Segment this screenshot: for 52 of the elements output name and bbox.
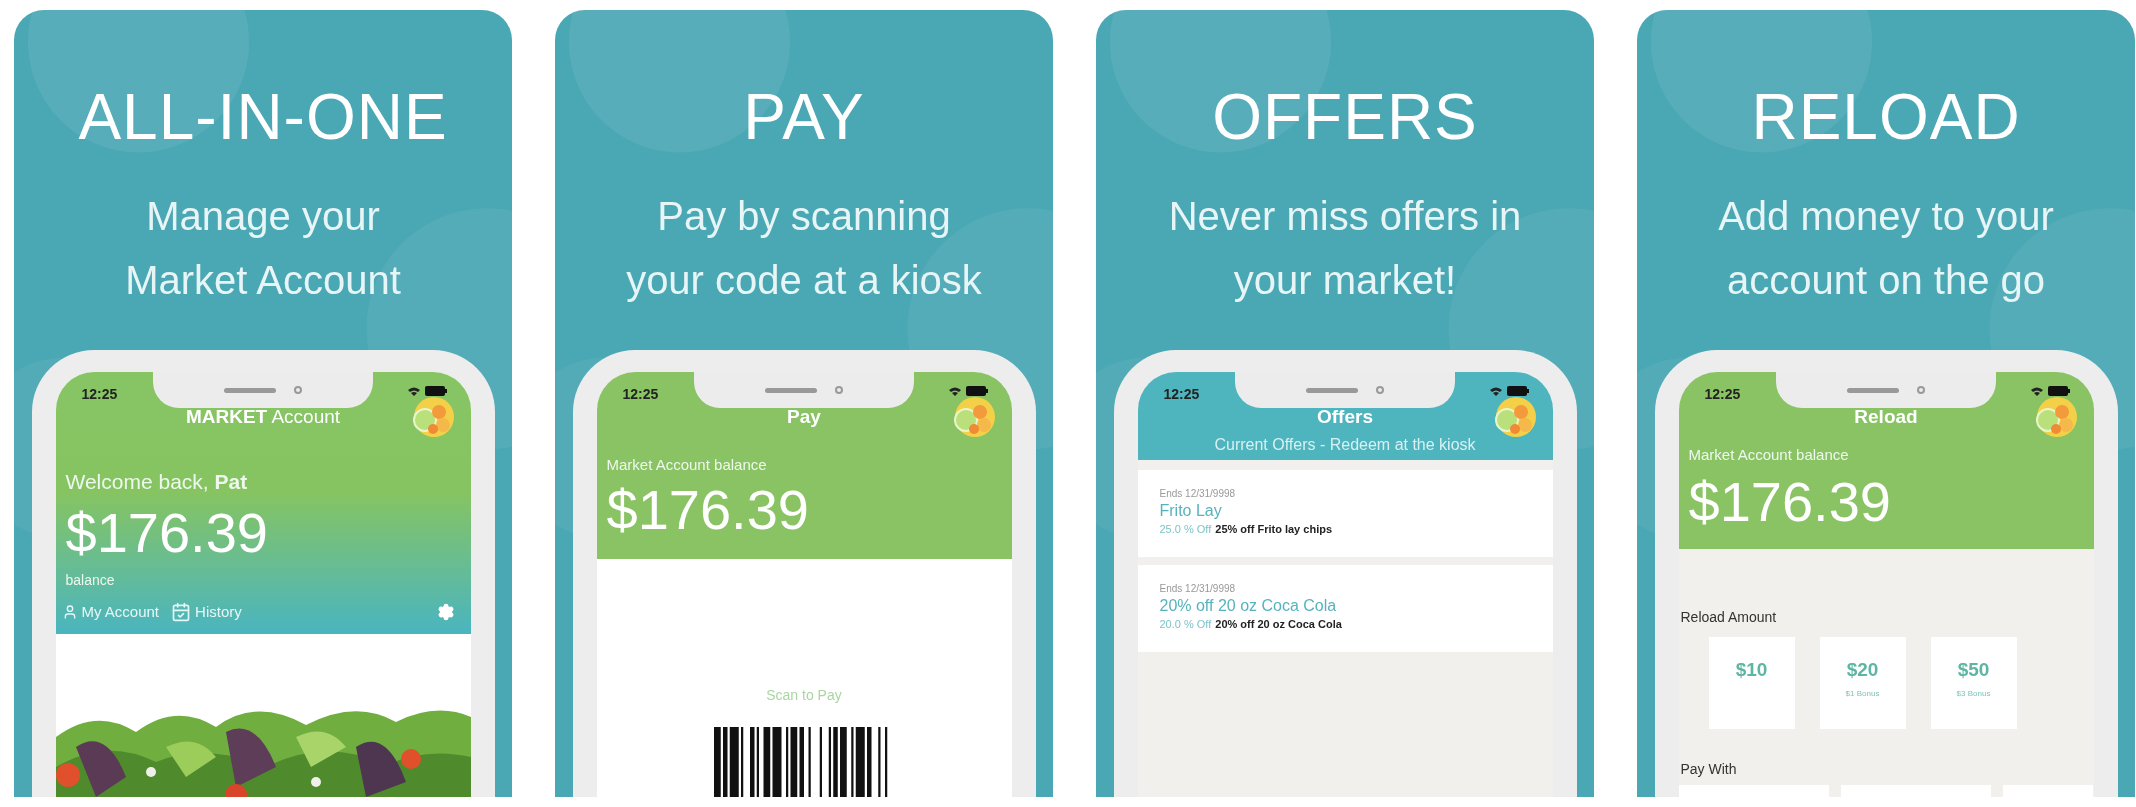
settings-icon[interactable] [436, 602, 455, 621]
battery-icon [2047, 386, 2070, 396]
section-label: Pay With [1679, 760, 1738, 777]
panel-subtitle: Manage your Market Account [125, 193, 401, 304]
panel-heading: OFFERS [1212, 80, 1478, 155]
wifi-icon [947, 385, 962, 397]
screen-title: Pay [786, 406, 822, 428]
panel-subtitle: Add money to your account on the go [1718, 193, 2054, 304]
wifi-icon [406, 385, 421, 397]
offer-discount: 25.0 % Off [1159, 523, 1212, 535]
panel-subtitle: Pay by scanning your code at a kiosk [626, 193, 982, 304]
screen-title: MARKET Account [184, 406, 342, 428]
balance-label: Market Account balance [1687, 446, 1850, 463]
amount-option[interactable]: $50 $3 Bonus [1930, 636, 2017, 729]
offer-card[interactable]: Ends 12/31/9998 Frito Lay 25.0 % Off 25% off Frito lay chips [1137, 470, 1553, 557]
offer-name: 20% off 20 oz Coca Cola [1159, 597, 1338, 615]
screen-title: Reload [1853, 406, 1919, 428]
wifi-icon [1488, 385, 1503, 397]
greeting-text: Welcome back, Pat [64, 470, 249, 494]
offer-end-date: Ends 12/31/9998 [1159, 583, 1237, 594]
battery-icon [1506, 386, 1529, 396]
offer-end-date: Ends 12/31/9998 [1159, 488, 1237, 499]
scan-label: Scan to Pay [765, 686, 843, 703]
offer-name: Frito Lay [1159, 502, 1223, 520]
calendar-icon [171, 601, 192, 622]
offer-description: 25% off Frito lay chips [1215, 523, 1333, 535]
screen-title: Offers [1316, 406, 1374, 428]
panel-heading: RELOAD [1751, 80, 2021, 155]
offer-description: 20% off 20 oz Coca Cola [1215, 618, 1342, 630]
balance-amount: $176.39 [64, 502, 269, 564]
amount-option[interactable]: $20 $1 Bonus [1819, 636, 1906, 729]
balance-amount: $176.39 [605, 479, 810, 541]
battery-icon [424, 386, 447, 396]
nav-link[interactable]: History [171, 601, 242, 622]
balance-label: Market Account balance [605, 456, 768, 473]
balance-label: balance [64, 571, 116, 588]
section-label: Reload Amount [1679, 608, 1778, 625]
offer-card[interactable]: Ends 12/31/9998 20% off 20 oz Coca Cola 20.0 % Off 20% off 20 oz Coca Cola [1137, 565, 1553, 652]
status-time: 12:25 [1163, 386, 1200, 402]
status-time: 12:25 [622, 386, 659, 402]
offer-discount: 20.0 % Off [1159, 618, 1212, 630]
panel-heading: PAY [743, 80, 865, 155]
nav-link[interactable]: My Account [61, 603, 160, 621]
status-time: 12:25 [1704, 386, 1741, 402]
battery-icon [965, 386, 988, 396]
balance-amount: $176.39 [1687, 471, 1892, 533]
panel-subtitle: Never miss offers in your market! [1168, 193, 1522, 304]
status-time: 12:25 [81, 386, 118, 402]
wifi-icon [2029, 385, 2044, 397]
screen-subtitle: Current Offers - Redeem at the kiosk [1213, 436, 1477, 454]
amount-option[interactable]: $10 [1708, 636, 1795, 729]
panel-heading: ALL-IN-ONE [78, 80, 448, 155]
